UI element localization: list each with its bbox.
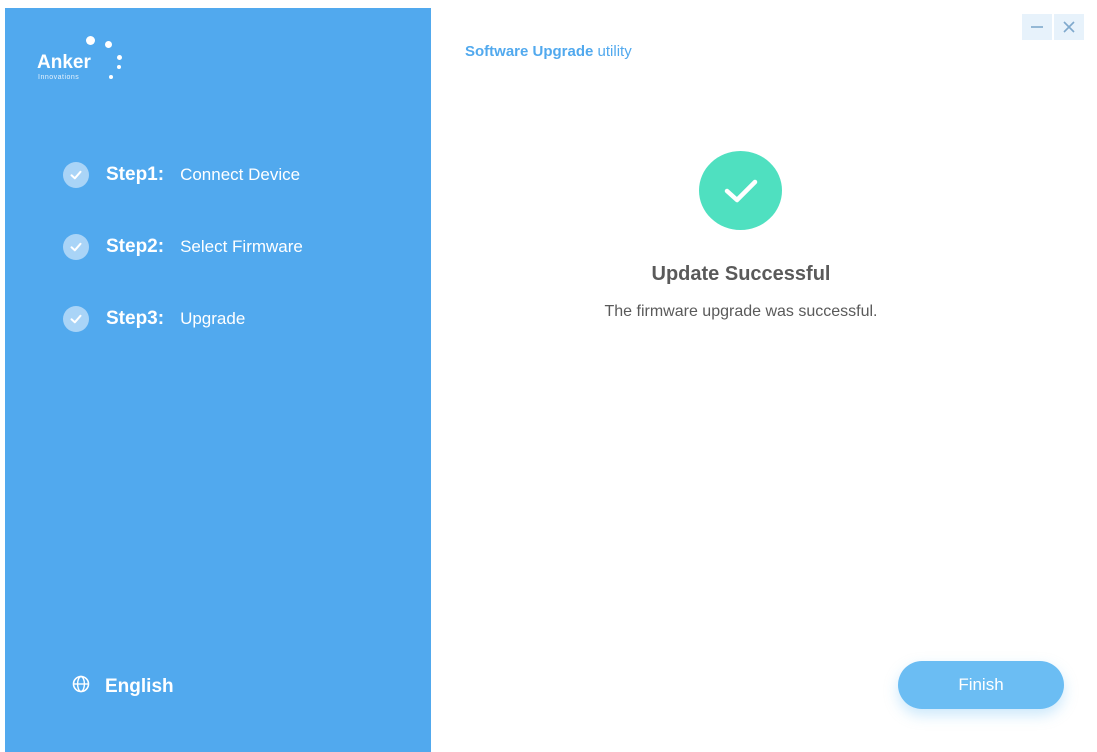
brand-logo: Anker Innovations	[37, 32, 127, 88]
minimize-icon	[1031, 26, 1043, 28]
step-item-select-firmware: Step2: Select Firmware	[63, 232, 303, 262]
status-title: Update Successful	[651, 263, 831, 285]
step-label: Upgrade	[180, 309, 246, 328]
upgrade-window: Anker Innovations Step1: Connect Device …	[0, 0, 1097, 752]
language-label: English	[105, 675, 174, 697]
step-check-icon	[63, 234, 89, 260]
step-number: Step2:	[106, 236, 165, 257]
window-controls	[1022, 14, 1086, 40]
step-check-icon	[63, 306, 89, 332]
brand-name: Anker	[37, 52, 91, 73]
step-list: Step1: Connect Device Step2: Select Firm…	[63, 160, 303, 376]
close-icon	[1063, 21, 1075, 33]
close-button[interactable]	[1054, 14, 1084, 40]
step-number: Step1:	[106, 164, 165, 185]
main-panel: Software Upgrade utility Update Successf…	[431, 8, 1097, 752]
app-title: Software Upgrade utility	[465, 43, 632, 60]
step-label: Select Firmware	[180, 237, 303, 256]
finish-button[interactable]: Finish	[898, 661, 1064, 709]
globe-icon	[71, 674, 91, 699]
app-title-strong: Software Upgrade	[465, 43, 594, 60]
app-title-rest: utility	[597, 43, 632, 60]
sidebar: Anker Innovations Step1: Connect Device …	[5, 8, 431, 752]
status-message: The firmware upgrade was successful.	[604, 303, 878, 320]
logo-dot	[109, 75, 113, 79]
logo-dot	[105, 41, 112, 48]
step-label: Connect Device	[180, 165, 301, 184]
step-check-icon	[63, 162, 89, 188]
step-item-connect-device: Step1: Connect Device	[63, 160, 303, 190]
language-selector[interactable]: English	[71, 674, 174, 699]
step-number: Step3:	[106, 308, 165, 329]
logo-dot	[86, 36, 95, 45]
step-item-upgrade: Step3: Upgrade	[63, 304, 303, 334]
logo-dot	[117, 55, 122, 60]
brand-subtitle: Innovations	[38, 74, 80, 81]
logo-dot	[117, 65, 121, 69]
minimize-button[interactable]	[1022, 14, 1052, 40]
success-check-icon	[699, 151, 782, 230]
